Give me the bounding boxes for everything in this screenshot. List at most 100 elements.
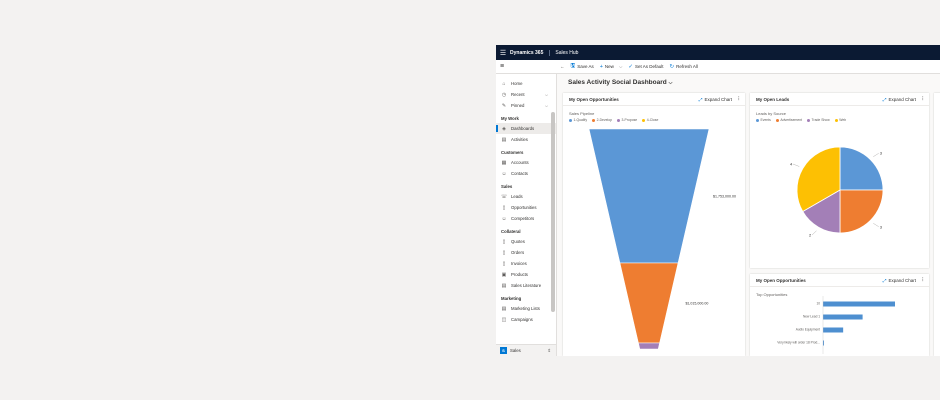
more-options-icon[interactable]: ⋮ bbox=[737, 96, 742, 102]
nav-campaigns[interactable]: ◫ Campaigns bbox=[496, 314, 556, 325]
chart-title: Sales Pipeline bbox=[569, 111, 595, 116]
pie-leader-line bbox=[873, 153, 879, 157]
nav-invoices[interactable]: ▯ Invoices bbox=[496, 258, 556, 269]
expand-chart-button[interactable]: ⤢ Expand Chart bbox=[883, 278, 916, 283]
chevron-down-icon: ⌵ bbox=[544, 103, 548, 108]
nav-activities[interactable]: ▤ Activities bbox=[496, 134, 556, 145]
expand-chart-button[interactable]: ⤢ Expand Chart bbox=[883, 97, 916, 102]
nav-dashboards[interactable]: ◈ Dashboards bbox=[496, 123, 556, 134]
pie-data-label: 4 bbox=[790, 162, 793, 167]
save-as-button[interactable]: 🖫 Save As bbox=[571, 62, 594, 71]
bar-chart: 10 New Lead 1 Audio Equipment Very likely w… bbox=[777, 296, 895, 354]
command-bar: ≡ ← 🖫 Save As + New ⌵ ✓ Set As Default ↻ Refr… bbox=[496, 60, 940, 74]
bar[interactable] bbox=[823, 327, 844, 333]
pie-chart: 3 3 2 4 bbox=[790, 146, 884, 238]
legend-entry[interactable]: 2-Develop bbox=[592, 118, 612, 122]
pie-slice[interactable] bbox=[839, 146, 884, 191]
legend-label: 4-Close bbox=[646, 118, 659, 122]
expand-icon: ⤢ bbox=[698, 96, 703, 102]
pie-slice[interactable] bbox=[839, 189, 884, 234]
legend-entry[interactable]: 4-Close bbox=[642, 118, 658, 122]
dashboard-area: Sales Activity Social Dashboard ⌵ My Ope… bbox=[557, 74, 940, 356]
nav-leads[interactable]: ☏ Leads bbox=[496, 191, 556, 202]
area-name[interactable]: Sales Hub bbox=[555, 50, 578, 56]
nav-quotes[interactable]: ▯ Quotes bbox=[496, 236, 556, 247]
bar-category-label: Audio Equipment bbox=[796, 328, 820, 332]
funnel-data-label: $1,753,000.00 bbox=[713, 195, 736, 199]
legend-entry[interactable]: Advertisement bbox=[775, 118, 802, 122]
nav-opportunities[interactable]: ▯ Opportunities bbox=[496, 202, 556, 213]
chevron-down-icon[interactable]: ⌵ bbox=[619, 64, 622, 69]
campaign-icon: ◫ bbox=[501, 316, 507, 323]
set-as-default-button[interactable]: ✓ Set As Default bbox=[628, 64, 663, 70]
nav-pinned[interactable]: ✎ Pinned ⌵ bbox=[496, 100, 556, 111]
opportunities-funnel-card: My Open Opportunities ⤢ Expand Chart ⋮ Sa… bbox=[563, 93, 745, 356]
waffle-icon[interactable]: ☰ bbox=[496, 49, 510, 57]
nav-orders[interactable]: ▯ Orders bbox=[496, 247, 556, 258]
nav-recent[interactable]: ◷ Recent ⌵ bbox=[496, 89, 556, 100]
bar[interactable] bbox=[823, 314, 863, 320]
chevron-down-icon[interactable]: ⌵ bbox=[669, 80, 673, 86]
quote-icon: ▯ bbox=[502, 238, 506, 245]
refresh-all-button[interactable]: ↻ Refresh All bbox=[670, 64, 698, 70]
nav-competitors[interactable]: ☺ Competitors bbox=[496, 213, 556, 224]
area-badge: S bbox=[500, 347, 507, 354]
legend-label: 2-Develop bbox=[596, 118, 613, 122]
bar[interactable] bbox=[823, 301, 895, 307]
nav-accounts[interactable]: ▦ Accounts bbox=[496, 157, 556, 168]
legend-swatch bbox=[807, 118, 811, 122]
funnel-segment[interactable] bbox=[619, 262, 679, 344]
person-icon: ☺ bbox=[501, 215, 507, 222]
card-header: My Open Opportunities ⤢ Expand Chart ⋮ bbox=[750, 274, 929, 287]
more-options-icon[interactable]: ⋮ bbox=[921, 96, 926, 102]
nav-home[interactable]: ⌂ Home bbox=[496, 78, 556, 89]
pie-legend: Events Advertisement Trade Show Web bbox=[756, 118, 929, 122]
check-icon: ✓ bbox=[628, 63, 633, 70]
nav-sales-literature[interactable]: ▤ Sales Literature bbox=[496, 280, 556, 291]
pin-icon: ✎ bbox=[501, 102, 507, 109]
card-header: My Open Opportunities ⤢ Expand Chart ⋮ bbox=[563, 93, 745, 106]
expand-chart-button[interactable]: ⤢ Expand Chart bbox=[699, 97, 732, 102]
new-button[interactable]: + New ⌵ bbox=[600, 64, 623, 70]
area-switcher[interactable]: S Sales ⇕ bbox=[496, 344, 556, 356]
legend-entry[interactable]: Trade Show bbox=[807, 118, 830, 122]
nav-contacts[interactable]: ☺ Contacts bbox=[496, 168, 556, 179]
legend-label: Web bbox=[839, 118, 847, 122]
back-icon[interactable]: ← bbox=[560, 64, 565, 69]
dashboard-title[interactable]: Sales Activity Social Dashboard ⌵ bbox=[568, 79, 672, 86]
funnel-segment[interactable] bbox=[638, 342, 660, 349]
building-icon: ▦ bbox=[501, 159, 507, 166]
expand-icon: ⤢ bbox=[882, 277, 887, 283]
box-icon: ▣ bbox=[501, 271, 507, 278]
area-label: Sales bbox=[510, 348, 521, 353]
legend-swatch bbox=[592, 118, 596, 122]
bar-category-label: Very likely will order 18 Prod... bbox=[777, 341, 820, 345]
group-marketing: Marketing bbox=[501, 296, 522, 301]
legend-swatch bbox=[642, 118, 646, 122]
legend-entry[interactable]: Web bbox=[834, 118, 847, 122]
bar-category-label: New Lead 1 bbox=[803, 315, 820, 319]
dashboard-icon: ◈ bbox=[502, 125, 506, 132]
pie-data-label: 3 bbox=[880, 151, 883, 156]
legend-label: 3-Propose bbox=[621, 118, 638, 122]
group-customers: Customers bbox=[501, 150, 524, 155]
leads-pie-card: My Open Leads ⤢ Expand Chart ⋮ Leads by S… bbox=[750, 93, 929, 268]
funnel-segment[interactable] bbox=[588, 129, 710, 264]
more-options-icon[interactable]: ⋮ bbox=[921, 277, 926, 283]
app-name[interactable]: Dynamics 365 bbox=[510, 49, 551, 56]
funnel-legend: 1-Qualify 2-Develop 3-Propose 4-Close bbox=[569, 118, 745, 122]
legend-entry[interactable]: 3-Propose bbox=[617, 118, 637, 122]
funnel-chart: $1,753,000.00 $1,015,000.00 bbox=[588, 129, 736, 349]
legend-entry[interactable]: Events bbox=[756, 118, 771, 122]
nav-marketing-lists[interactable]: ▤ Marketing Lists bbox=[496, 303, 556, 314]
legend-swatch bbox=[775, 118, 779, 122]
group-my-work: My Work bbox=[501, 116, 519, 121]
next-card-edge bbox=[934, 93, 940, 356]
hamburger-icon[interactable]: ≡ bbox=[496, 63, 508, 70]
legend-entry[interactable]: 1-Qualify bbox=[569, 118, 587, 122]
nav-products[interactable]: ▣ Products bbox=[496, 269, 556, 280]
pie-leader-line bbox=[811, 230, 817, 236]
refresh-icon: ↻ bbox=[669, 63, 675, 70]
card-header: My Open Leads ⤢ Expand Chart ⋮ bbox=[750, 93, 929, 106]
sidebar-scrollbar[interactable] bbox=[551, 112, 555, 312]
